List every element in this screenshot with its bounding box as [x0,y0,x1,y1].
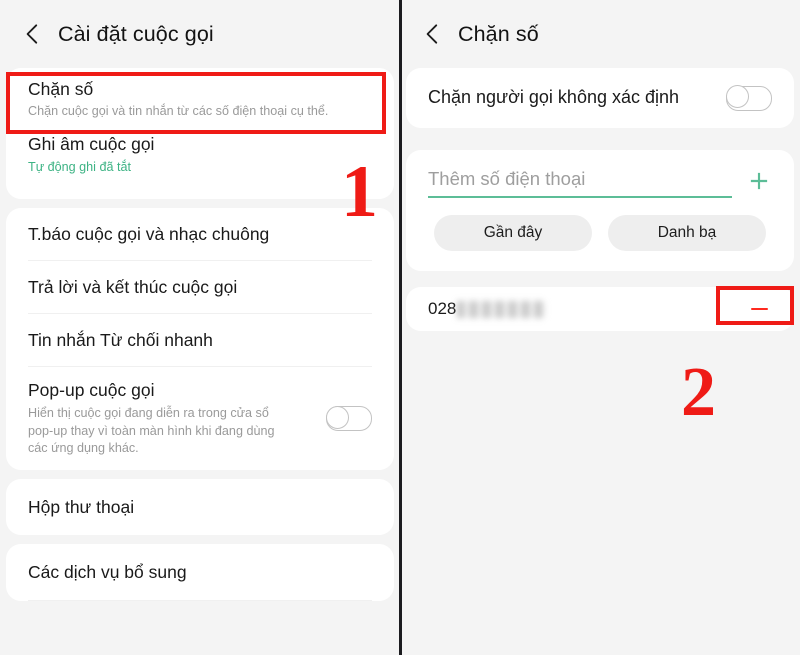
block-unknown-caller-toggle[interactable] [726,85,772,111]
row-title: Trả lời và kết thúc cuộc gọi [28,277,238,298]
add-number-card: Gần đây Danh bạ [406,150,794,271]
dual-screenshot-container: Cài đặt cuộc gọi Chặn số Chặn cuộc gọi v… [0,0,800,655]
row-text: Chặn người gọi không xác định [428,86,716,109]
block-numbers-screen: Chặn số Chặn người gọi không xác định Th… [400,0,800,655]
screen-divider [399,0,402,655]
phone-input-wrap [428,168,732,198]
page-title: Cài đặt cuộc gọi [58,21,214,46]
toggle-knob [326,405,349,429]
settings-group-2: T.báo cuộc gọi và nhạc chuông Trả lời và… [6,208,394,471]
row-title: Các dịch vụ bổ sung [28,562,187,583]
row-title: Tin nhắn Từ chối nhanh [28,330,213,351]
row-subtitle: Tự động ghi đã tắt [28,159,131,174]
row-title: Chặn người gọi không xác định [428,87,680,108]
chip-recent[interactable]: Gần đây [434,215,592,251]
settings-row-call-recording[interactable]: Ghi âm cuộc gọi Tự động ghi đã tắt [6,133,394,199]
settings-row-quick-decline-messages[interactable]: Tin nhắn Từ chối nhanh [6,314,394,366]
call-settings-screen: Cài đặt cuộc gọi Chặn số Chặn cuộc gọi v… [0,0,400,655]
plus-icon[interactable] [746,168,772,194]
row-block-unknown-caller[interactable]: Chặn người gọi không xác định [406,68,794,128]
row-text: Ghi âm cuộc gọi Tự động ghi đã tắt [28,133,154,199]
toggle-knob [726,85,749,109]
settings-row-call-alerts-ringtone[interactable]: T.báo cuộc gọi và nhạc chuông [6,208,394,260]
right-app-bar: Chặn số [400,0,800,68]
minus-icon [750,307,768,311]
back-chevron-icon[interactable] [420,21,446,47]
row-text: Trả lời và kết thúc cuộc gọi [28,276,372,298]
add-number-line [428,168,772,198]
row-subtitle: Chặn cuộc gọi và tin nhắn từ các số điện… [28,104,329,119]
blocked-number-row[interactable]: 028 [406,287,794,331]
left-app-bar: Cài đặt cuộc gọi [0,0,400,68]
call-popup-toggle[interactable] [326,405,372,432]
row-text: Tin nhắn Từ chối nhanh [28,329,372,351]
chip-contacts[interactable]: Danh bạ [608,215,766,251]
blurred-number-mask [457,300,546,318]
row-separator [28,600,372,602]
row-text: Pop-up cuộc gọi Hiển thị cuộc gọi đang d… [28,379,316,458]
settings-group-3: Hộp thư thoại [6,479,394,536]
back-chevron-icon[interactable] [20,21,46,47]
row-title: T.báo cuộc gọi và nhạc chuông [28,224,270,245]
settings-row-voicemail[interactable]: Hộp thư thoại [6,479,394,535]
source-chips: Gần đây Danh bạ [428,198,772,251]
settings-group-1: Chặn số Chặn cuộc gọi và tin nhắn từ các… [6,68,394,200]
unknown-caller-card: Chặn người gọi không xác định [406,68,794,128]
row-text: Chặn số Chặn cuộc gọi và tin nhắn từ các… [28,78,328,121]
row-text: T.báo cuộc gọi và nhạc chuông [28,223,372,245]
row-title: Chặn số [28,79,94,99]
row-title: Ghi âm cuộc gọi [28,134,155,155]
row-subtitle: Hiển thị cuộc gọi đang diễn ra trong cửa… [28,405,275,456]
settings-group-4: Các dịch vụ bổ sung [6,544,394,602]
annotation-number-step-2: 2 [681,354,716,431]
row-text: Hộp thư thoại [28,496,372,518]
page-title: Chặn số [458,21,539,46]
add-phone-number-input[interactable] [428,168,732,190]
row-title: Hộp thư thoại [28,497,135,518]
remove-blocked-number-button[interactable] [746,296,772,322]
settings-row-block-number[interactable]: Chặn số Chặn cuộc gọi và tin nhắn từ các… [6,68,394,132]
row-title: Pop-up cuộc gọi [28,380,155,401]
settings-row-call-popup[interactable]: Pop-up cuộc gọi Hiển thị cuộc gọi đang d… [6,367,394,470]
settings-row-additional-services[interactable]: Các dịch vụ bổ sung [6,544,394,600]
blocked-number-value: 028 [428,299,746,319]
settings-row-answer-end-calls[interactable]: Trả lời và kết thúc cuộc gọi [6,261,394,313]
row-text: Các dịch vụ bổ sung [28,561,372,583]
blocked-number-prefix: 028 [428,299,457,318]
